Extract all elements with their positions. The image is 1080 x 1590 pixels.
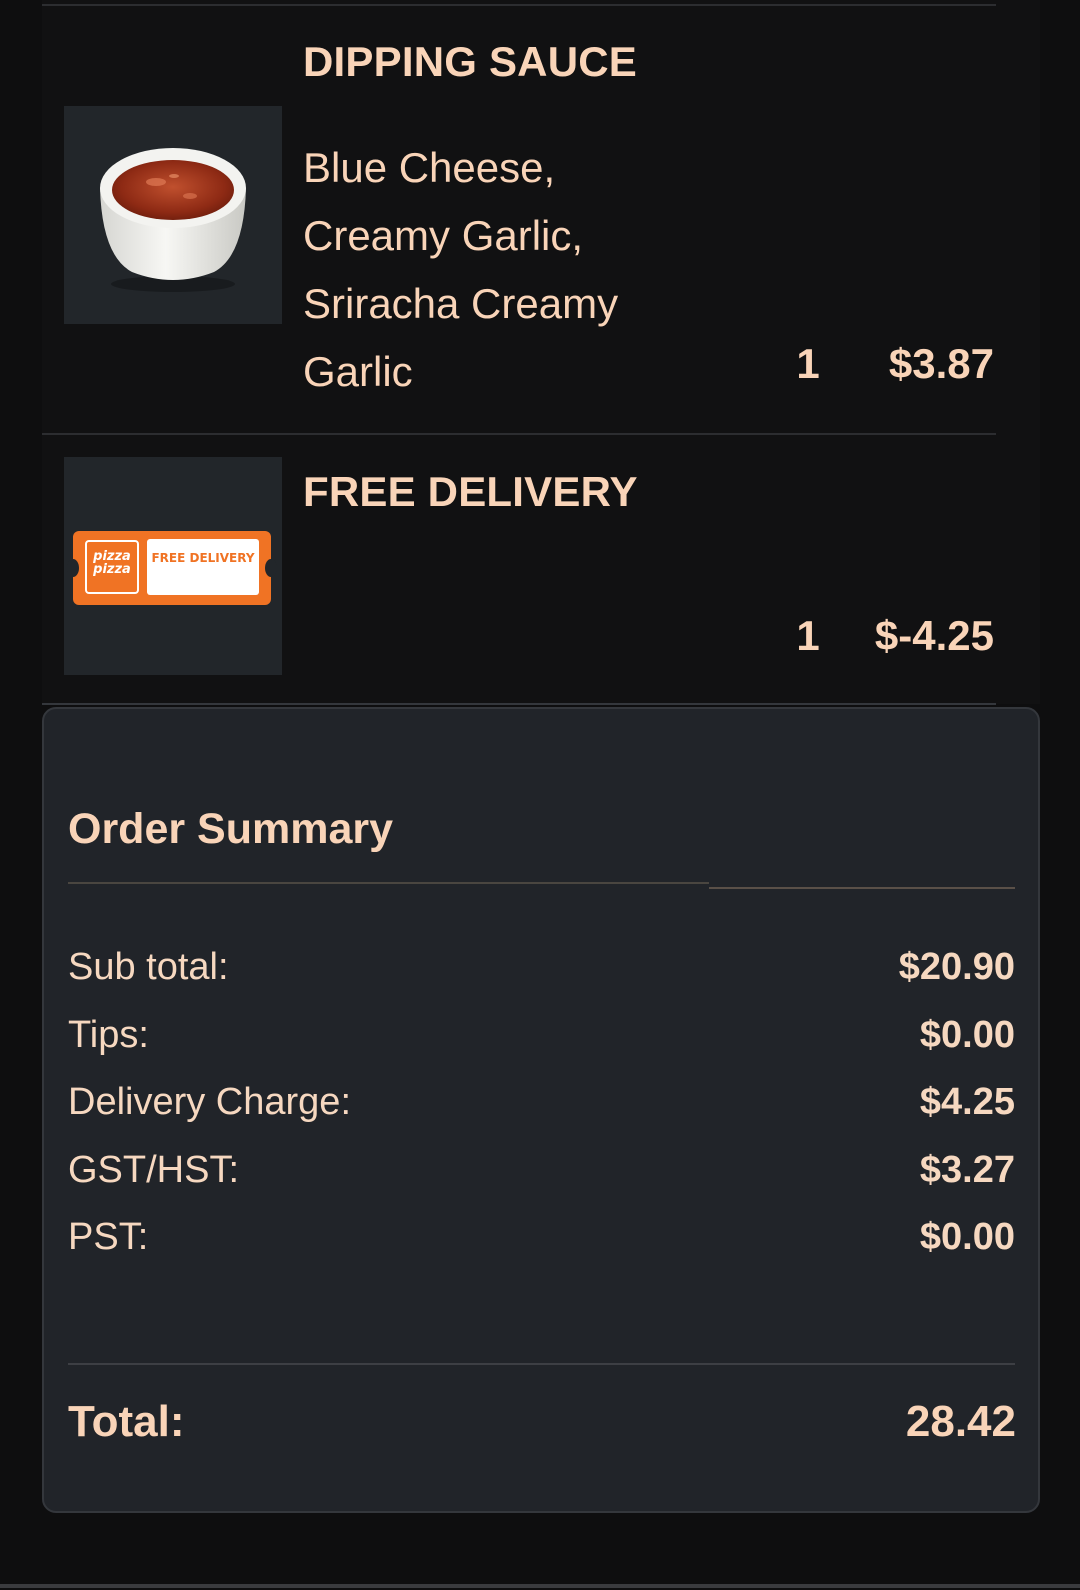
- summary-divider: [709, 887, 1015, 889]
- order-page: DIPPING SAUCE Blue Cheese, Creamy Garlic…: [0, 0, 1080, 1590]
- item-divider: [42, 703, 996, 705]
- pizza-pizza-logo: pizza pizza: [85, 540, 139, 594]
- summary-row-tips: Tips: $0.00: [68, 1014, 1015, 1082]
- item-quantity: 1: [796, 612, 820, 659]
- summary-value: $3.27: [919, 1149, 1015, 1191]
- summary-label: Sub total:: [68, 946, 229, 988]
- summary-value: $0.00: [919, 1216, 1015, 1258]
- summary-label: PST:: [68, 1216, 149, 1258]
- coupon-label: FREE DELIVERY: [147, 539, 259, 595]
- dipping-sauce-image: [64, 106, 282, 324]
- summary-value: $4.25: [919, 1081, 1015, 1123]
- item-divider: [42, 4, 996, 6]
- sauce-cup-icon: [100, 148, 246, 292]
- summary-divider: [68, 882, 709, 884]
- item-title: DIPPING SAUCE: [303, 38, 637, 85]
- coupon-icon: pizza pizza FREE DELIVERY: [67, 531, 277, 605]
- free-delivery-image: pizza pizza FREE DELIVERY: [64, 457, 282, 675]
- summary-row-gst-hst: GST/HST: $3.27: [68, 1149, 1015, 1217]
- item-divider: [42, 433, 996, 435]
- total-label: Total:: [68, 1397, 185, 1446]
- summary-value: $20.90: [898, 946, 1015, 988]
- bottom-divider: [0, 1584, 1080, 1588]
- summary-label: Delivery Charge:: [68, 1081, 351, 1123]
- order-summary-title: Order Summary: [68, 805, 394, 853]
- item-quantity: 1: [796, 340, 820, 387]
- summary-row-subtotal: Sub total: $20.90: [68, 946, 1015, 1014]
- item-description: Blue Cheese, Creamy Garlic, Sriracha Cre…: [303, 144, 619, 395]
- summary-label: GST/HST:: [68, 1149, 240, 1191]
- total-divider: [68, 1363, 1015, 1365]
- summary-label: Tips:: [68, 1014, 149, 1056]
- item-price: $3.87: [888, 340, 994, 387]
- item-title: FREE DELIVERY: [303, 468, 638, 515]
- order-summary-card: Order Summary Sub total: $20.90 Tips: $0…: [42, 707, 1040, 1513]
- summary-row-pst: PST: $0.00: [68, 1216, 1015, 1284]
- summary-row-delivery-charge: Delivery Charge: $4.25: [68, 1081, 1015, 1149]
- summary-value: $0.00: [919, 1014, 1015, 1056]
- total-value: 28.42: [905, 1397, 1016, 1446]
- item-price: $-4.25: [874, 612, 994, 659]
